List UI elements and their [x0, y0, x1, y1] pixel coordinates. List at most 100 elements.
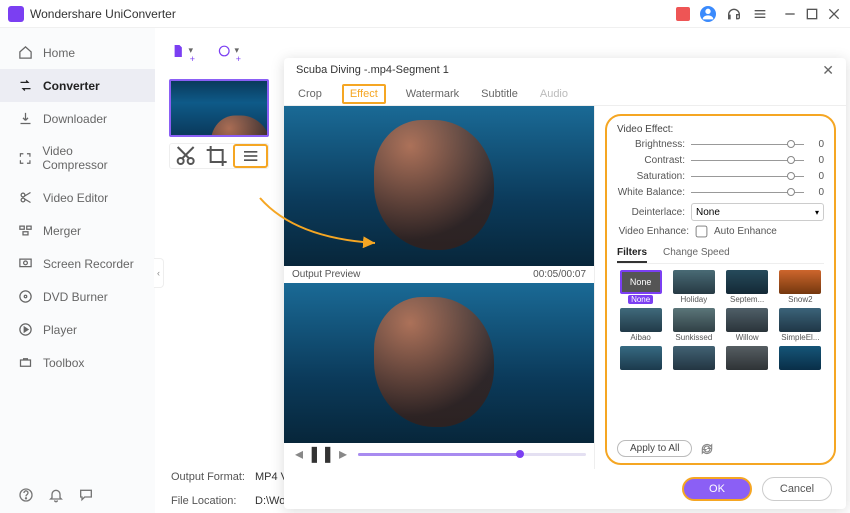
progress-slider[interactable] — [358, 453, 586, 456]
clip-thumbnail-card[interactable] — [169, 79, 279, 169]
next-frame-button[interactable]: ▸ — [336, 447, 350, 461]
auto-enhance-checkbox[interactable] — [696, 226, 708, 238]
sidebar-item-video-editor[interactable]: Video Editor — [0, 181, 155, 214]
saturation-value: 0 — [810, 171, 824, 182]
sidebar-item-label: Video Editor — [43, 191, 108, 205]
filter-none[interactable]: NoneNone — [617, 270, 664, 304]
sidebar-item-downloader[interactable]: Downloader — [0, 102, 155, 135]
filter-item10[interactable] — [724, 346, 771, 370]
tab-crop[interactable]: Crop — [296, 84, 324, 104]
filter-tab-filters[interactable]: Filters — [617, 244, 647, 263]
effect-panel: Video Effect: Brightness:0Contrast:0Satu… — [594, 106, 846, 469]
sidebar-item-home[interactable]: Home — [0, 36, 155, 69]
cancel-button[interactable]: Cancel — [762, 477, 832, 501]
sidebar-item-label: Downloader — [43, 112, 107, 126]
brightness-value: 0 — [810, 139, 824, 150]
app-name: Wondershare UniConverter — [30, 7, 676, 21]
trim-icon[interactable] — [170, 144, 201, 168]
filter-septem[interactable]: Septem... — [724, 270, 771, 304]
saturation-slider[interactable] — [691, 176, 804, 177]
whitebalance-slider[interactable] — [691, 192, 804, 193]
sidebar-item-label: Video Compressor — [42, 144, 137, 172]
tab-effect[interactable]: Effect — [342, 84, 386, 104]
hamburger-menu-icon[interactable] — [752, 6, 768, 22]
effect-icon[interactable] — [233, 144, 268, 168]
clip-thumbnail[interactable] — [169, 79, 269, 137]
whitebalance-label: White Balance: — [617, 187, 685, 198]
ok-button[interactable]: OK — [682, 477, 752, 501]
sidebar-item-label: Player — [43, 323, 77, 337]
sidebar-item-label: Toolbox — [43, 356, 84, 370]
filter-label: SimpleEl... — [781, 333, 819, 342]
whitebalance-value: 0 — [810, 187, 824, 198]
sidebar: Home Converter Downloader Video Compressor V… — [0, 28, 155, 513]
filter-tabs: Filters Change Speed — [617, 244, 824, 264]
filter-label: Holiday — [681, 295, 708, 304]
merger-icon — [18, 223, 33, 238]
feedback-icon[interactable] — [78, 487, 94, 503]
filter-willow[interactable]: Willow — [724, 308, 771, 342]
brightness-slider[interactable] — [691, 144, 804, 145]
dvd-icon — [18, 289, 33, 304]
tab-watermark[interactable]: Watermark — [404, 84, 461, 104]
sidebar-item-dvd-burner[interactable]: DVD Burner — [0, 280, 155, 313]
crop-icon[interactable] — [201, 144, 232, 168]
sidebar-item-player[interactable]: Player — [0, 313, 155, 346]
maximize-button[interactable] — [804, 6, 820, 22]
filter-label: Sunkissed — [675, 333, 712, 342]
filter-sunkissed[interactable]: Sunkissed — [670, 308, 717, 342]
filter-snow2[interactable]: Snow2 — [777, 270, 824, 304]
sidebar-item-label: Home — [43, 46, 75, 60]
output-preview — [284, 283, 594, 443]
filter-item11[interactable] — [777, 346, 824, 370]
contrast-label: Contrast: — [617, 155, 685, 166]
filter-item8[interactable] — [617, 346, 664, 370]
titlebar: Wondershare UniConverter — [0, 0, 850, 28]
filter-holiday[interactable]: Holiday — [670, 270, 717, 304]
sidebar-item-converter[interactable]: Converter — [0, 69, 155, 102]
compress-icon — [18, 151, 32, 166]
refresh-icon[interactable] — [700, 442, 714, 456]
prev-frame-button[interactable]: ◂ — [292, 447, 306, 461]
download-icon — [18, 111, 33, 126]
close-button[interactable] — [826, 6, 842, 22]
help-icon[interactable] — [18, 487, 34, 503]
filter-tab-change-speed[interactable]: Change Speed — [663, 244, 730, 263]
sidebar-item-label: Merger — [43, 224, 81, 238]
minimize-button[interactable] — [782, 6, 798, 22]
add-file-button[interactable]: +▾ — [171, 40, 193, 62]
add-folder-button[interactable]: +▾ — [217, 40, 239, 62]
deinterlace-select[interactable]: None ▾ — [691, 203, 824, 221]
saturation-label: Saturation: — [617, 171, 685, 182]
pause-button[interactable]: ❚❚ — [314, 447, 328, 461]
bell-icon[interactable] — [48, 487, 64, 503]
filter-label: Snow2 — [788, 295, 812, 304]
user-badge[interactable] — [700, 6, 716, 22]
filter-label: Aibao — [630, 333, 650, 342]
file-location-label: File Location: — [171, 495, 247, 507]
collapse-sidebar-button[interactable]: ‹ — [154, 258, 164, 288]
apply-to-all-button[interactable]: Apply to All — [617, 440, 692, 457]
filter-aibao[interactable]: Aibao — [617, 308, 664, 342]
preview-column: Output Preview 00:05/00:07 ◂ ❚❚ ▸ — [284, 106, 594, 469]
filter-item9[interactable] — [670, 346, 717, 370]
contrast-slider[interactable] — [691, 160, 804, 161]
gift-icon[interactable] — [676, 7, 690, 21]
sidebar-item-toolbox[interactable]: Toolbox — [0, 346, 155, 379]
player-icon — [18, 322, 33, 337]
contrast-value: 0 — [810, 155, 824, 166]
filter-simpleel[interactable]: SimpleEl... — [777, 308, 824, 342]
headset-icon[interactable] — [726, 6, 742, 22]
home-icon — [18, 45, 33, 60]
dialog-close-icon[interactable]: ✕ — [822, 62, 834, 79]
original-preview — [284, 106, 594, 266]
converter-icon — [18, 78, 33, 93]
tab-subtitle[interactable]: Subtitle — [479, 84, 520, 104]
chevron-down-icon: ▾ — [815, 208, 819, 217]
editor-icon — [18, 190, 33, 205]
video-effect-heading: Video Effect: — [617, 124, 824, 135]
sidebar-item-screen-recorder[interactable]: Screen Recorder — [0, 247, 155, 280]
sidebar-item-merger[interactable]: Merger — [0, 214, 155, 247]
sidebar-item-video-compressor[interactable]: Video Compressor — [0, 135, 155, 181]
tab-audio: Audio — [538, 84, 570, 104]
